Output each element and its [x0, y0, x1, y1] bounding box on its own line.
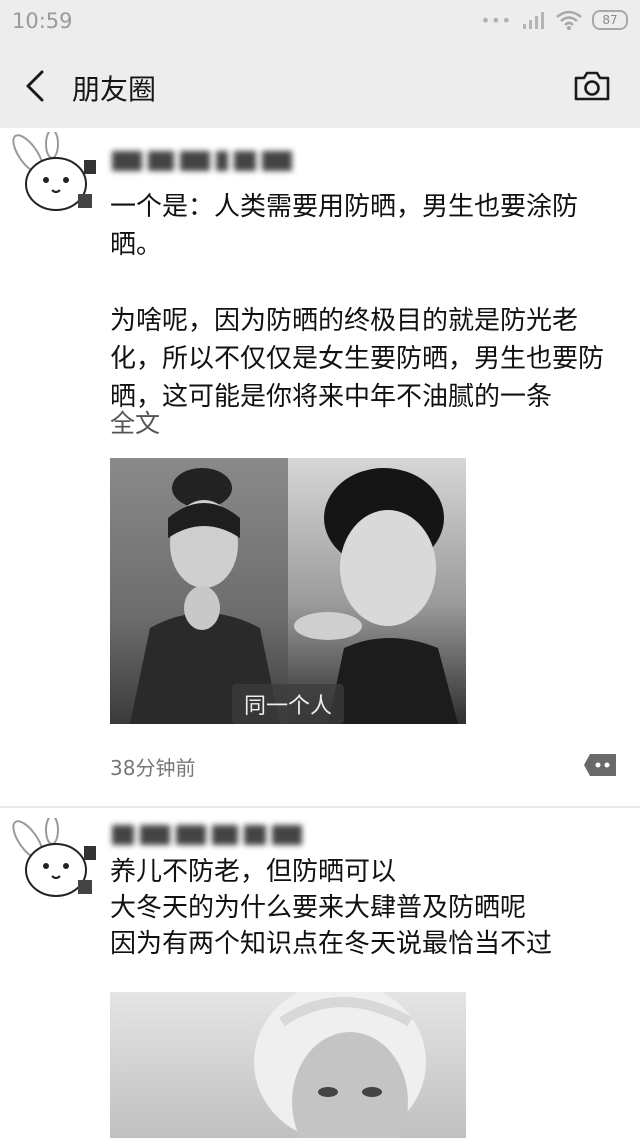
username-blurred[interactable] — [112, 150, 322, 176]
post-time: 38分钟前 — [110, 756, 196, 780]
battery-indicator: 87 — [592, 10, 628, 30]
bunny-avatar-icon — [10, 129, 100, 222]
bunny-avatar-icon — [10, 815, 100, 908]
nav-bar: 朋友圈 — [0, 44, 640, 128]
page-title: 朋友圈 — [72, 73, 157, 106]
avatar[interactable] — [10, 815, 100, 908]
back-button[interactable] — [18, 64, 58, 108]
chevron-left-icon — [26, 70, 44, 102]
wifi-icon — [556, 10, 582, 30]
post-text: 养儿不防老，但防晒可以 大冬天的为什么要来大肆普及防晒呢 因为有两个知识点在冬天… — [110, 857, 553, 959]
moment-post: 养儿不防老，但防晒可以 大冬天的为什么要来大肆普及防晒呢 因为有两个知识点在冬天… — [0, 808, 640, 1138]
notification-dots: ••• — [480, 10, 512, 30]
post-image[interactable]: 同一个人 — [110, 458, 466, 724]
status-bar: 10:59 ••• 87 — [0, 0, 640, 44]
camera-button[interactable] — [572, 68, 612, 104]
signal-icon — [523, 12, 544, 29]
image-caption: 同一个人 — [232, 684, 345, 724]
comment-icon — [584, 754, 616, 776]
status-time: 10:59 — [12, 9, 73, 33]
post-image[interactable] — [110, 992, 466, 1138]
full-text-link[interactable]: 全文 — [110, 404, 160, 440]
status-icons: ••• 87 — [481, 10, 628, 30]
username-blurred[interactable] — [112, 824, 322, 850]
post-text: 一个是：人类需要用防晒，男生也要涂防晒。 为啥呢，因为防晒的终极目的就是防光老化… — [110, 192, 605, 412]
moments-feed[interactable]: 一个是：人类需要用防晒，男生也要涂防晒。 为啥呢，因为防晒的终极目的就是防光老化… — [0, 128, 640, 1138]
camera-icon — [574, 71, 610, 101]
avatar[interactable] — [10, 129, 100, 222]
moment-post: 一个是：人类需要用防晒，男生也要涂防晒。 为啥呢，因为防晒的终极目的就是防光老化… — [0, 128, 640, 806]
comment-button[interactable] — [582, 752, 618, 778]
woman-portrait-icon — [254, 992, 426, 1138]
